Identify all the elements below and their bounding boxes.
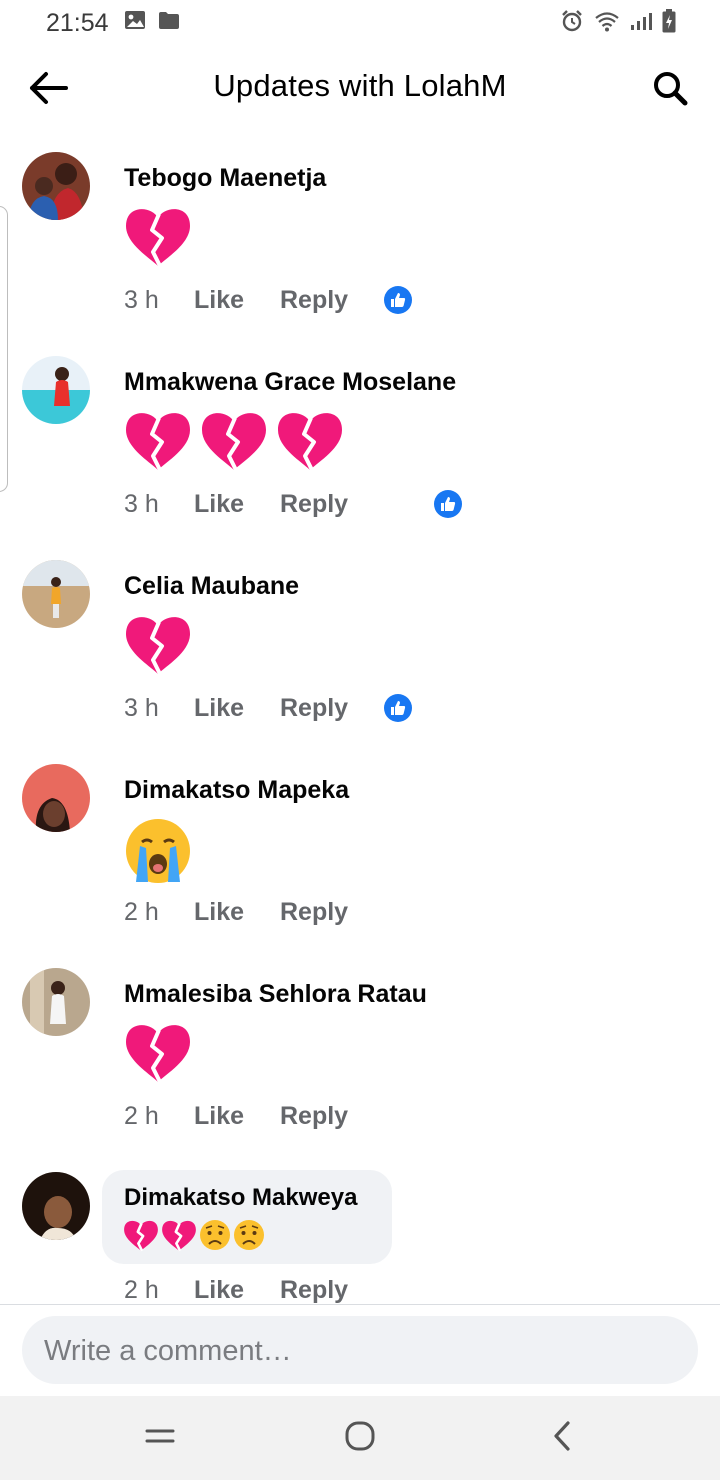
- avatar[interactable]: [22, 1172, 90, 1240]
- like-button[interactable]: Like: [194, 898, 244, 927]
- comment-bubble[interactable]: Dimakatso Makweya: [102, 1170, 392, 1264]
- avatar[interactable]: [22, 764, 90, 832]
- like-button[interactable]: Like: [194, 490, 244, 519]
- like-button[interactable]: Like: [194, 1102, 244, 1131]
- wifi-icon: [594, 10, 620, 37]
- reply-button[interactable]: Reply: [280, 1276, 348, 1304]
- worried-face-icon: [232, 1218, 266, 1257]
- reply-button[interactable]: Reply: [280, 694, 348, 723]
- comment-time: 3 h: [124, 694, 159, 722]
- composer-divider: [0, 1304, 720, 1305]
- comment-body: [122, 204, 194, 273]
- signal-icon: [630, 11, 652, 36]
- comment-item: Dimakatso Makweya 2 h Like Reply: [0, 1168, 720, 1304]
- comment-composer[interactable]: [22, 1316, 698, 1386]
- reply-button[interactable]: Reply: [280, 490, 348, 519]
- comment-author[interactable]: Mmakwena Grace Moselane: [124, 368, 456, 397]
- broken-heart-icon: [122, 408, 194, 477]
- comment-author[interactable]: Tebogo Maenetja: [124, 164, 326, 193]
- avatar[interactable]: [22, 560, 90, 628]
- like-button[interactable]: Like: [194, 1276, 244, 1304]
- comment-time: 2 h: [124, 1102, 159, 1130]
- battery-charging-icon: [662, 9, 676, 38]
- broken-heart-icon: [122, 612, 194, 681]
- system-nav-bar: [0, 1396, 720, 1480]
- comment-time: 3 h: [124, 286, 159, 314]
- avatar[interactable]: [22, 356, 90, 424]
- broken-heart-icon: [122, 1020, 194, 1089]
- comment-item: Dimakatso Mapeka 2 h Like Reply: [0, 760, 720, 964]
- gallery-icon: [124, 10, 146, 35]
- like-button[interactable]: Like: [194, 694, 244, 723]
- comment-author[interactable]: Dimakatso Mapeka: [124, 776, 349, 805]
- avatar[interactable]: [22, 968, 90, 1036]
- app-bar: Updates with LolahM: [0, 48, 720, 130]
- page-title: Updates with LolahM: [213, 68, 507, 103]
- broken-heart-icon: [122, 1218, 160, 1257]
- comment-body: [122, 612, 194, 681]
- like-button[interactable]: Like: [194, 286, 244, 315]
- loudly-crying-face-icon: [122, 816, 194, 891]
- broken-heart-icon: [122, 204, 194, 273]
- recent-apps-button[interactable]: [138, 1418, 182, 1458]
- comment-item: Celia Maubane 3 h Like Reply 1: [0, 556, 720, 760]
- avatar[interactable]: [22, 152, 90, 220]
- comment-body: [122, 1218, 266, 1257]
- broken-heart-icon: [160, 1218, 198, 1257]
- comments-list: Tebogo Maenetja 3 h Like Reply 1 Mmakwen…: [0, 148, 720, 1304]
- comment-time: 3 h: [124, 490, 159, 518]
- broken-heart-icon: [274, 408, 346, 477]
- recent-apps-icon: [145, 1426, 175, 1451]
- thumbs-up-icon: [384, 694, 412, 722]
- back-nav-button[interactable]: [540, 1418, 584, 1458]
- comment-item: Mmalesiba Sehlora Ratau 2 h Like Reply: [0, 964, 720, 1168]
- reply-button[interactable]: Reply: [280, 898, 348, 927]
- thumbs-up-icon: [434, 490, 462, 518]
- comment-input[interactable]: [42, 1316, 676, 1386]
- comment-item: Mmakwena Grace Moselane 3 h Like Reply 1: [0, 352, 720, 556]
- reply-button[interactable]: Reply: [280, 286, 348, 315]
- status-bar: 21:54: [0, 0, 720, 44]
- comment-author[interactable]: Celia Maubane: [124, 572, 299, 601]
- comment-body: [122, 816, 194, 891]
- broken-heart-icon: [198, 408, 270, 477]
- comment-item: Tebogo Maenetja 3 h Like Reply 1: [0, 148, 720, 352]
- folder-icon: [158, 10, 180, 35]
- comment-author[interactable]: Dimakatso Makweya: [124, 1184, 357, 1212]
- chevron-left-icon: [551, 1420, 573, 1457]
- comment-time: 2 h: [124, 1276, 159, 1304]
- search-button[interactable]: [648, 68, 692, 112]
- comment-time: 2 h: [124, 898, 159, 926]
- home-icon: [344, 1420, 376, 1457]
- comment-body: [122, 1020, 194, 1089]
- comment-author[interactable]: Mmalesiba Sehlora Ratau: [124, 980, 427, 1009]
- home-button[interactable]: [338, 1418, 382, 1458]
- worried-face-icon: [198, 1218, 232, 1257]
- status-time: 21:54: [46, 9, 109, 37]
- reply-button[interactable]: Reply: [280, 1102, 348, 1131]
- search-icon: [652, 70, 688, 111]
- alarm-icon: [560, 9, 584, 38]
- thumbs-up-icon: [384, 286, 412, 314]
- comment-body: [122, 408, 346, 477]
